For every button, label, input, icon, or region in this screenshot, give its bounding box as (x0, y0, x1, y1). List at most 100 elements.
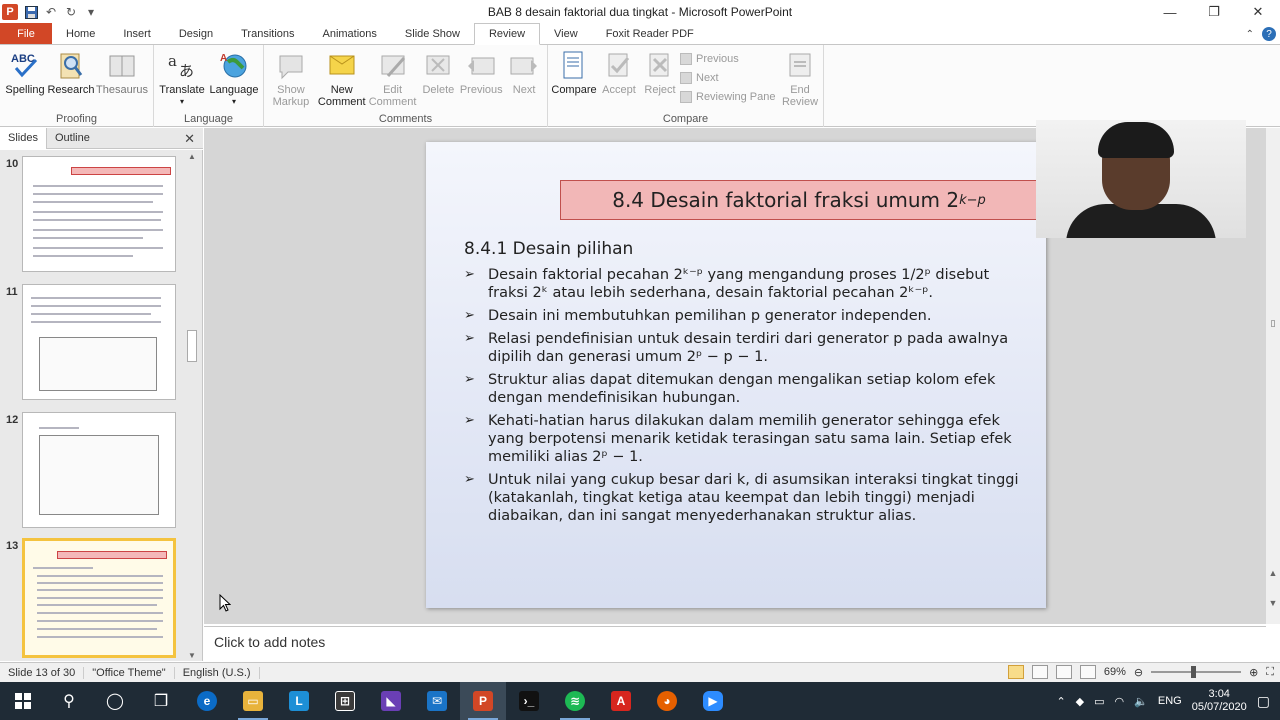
group-language: aあ Translate ▾ A Language ▾ Language (154, 45, 264, 127)
minimize-ribbon-icon[interactable]: ⌃ (1246, 29, 1254, 40)
slide-title[interactable]: 8.4 Desain faktorial fraksi umum 2 k−p (560, 180, 1038, 220)
compare-previous-button[interactable]: Previous (680, 51, 780, 67)
restore-button[interactable]: ❐ (1192, 0, 1236, 24)
tab-slide-show[interactable]: Slide Show (391, 23, 474, 44)
tab-foxit-reader-pdf[interactable]: Foxit Reader PDF (592, 23, 708, 44)
mouse-cursor-icon (219, 594, 231, 612)
cortana-icon[interactable]: ◯ (92, 682, 138, 720)
show-hidden-icons-icon[interactable]: ⌃ (1056, 695, 1065, 708)
network-icon[interactable]: ◠ (1115, 695, 1125, 708)
start-button[interactable] (0, 682, 46, 720)
l-app-icon[interactable]: L (276, 682, 322, 720)
reject-icon (644, 49, 676, 81)
redo-icon[interactable]: ↻ (64, 5, 78, 19)
acrobat-icon[interactable]: A (598, 682, 644, 720)
bullet-item: Untuk nilai yang cukup besar dari k, di … (464, 471, 1024, 525)
powerpoint-logo-icon[interactable]: P (2, 4, 18, 20)
slide-thumbnail-list: 10 11 12 13 (0, 150, 203, 661)
windows-logo-icon (15, 693, 31, 709)
next-slide-icon[interactable]: ▼ (1268, 598, 1278, 608)
thumbnail-preview-active (22, 538, 176, 658)
input-language[interactable]: ENG (1158, 695, 1182, 707)
translate-icon: aあ (166, 49, 198, 81)
notes-placeholder: Click to add notes (214, 634, 326, 650)
battery-icon[interactable]: ▭ (1094, 695, 1104, 708)
slide-subtitle[interactable]: 8.4.1 Desain pilihan (464, 239, 633, 259)
scroll-down-icon[interactable]: ▼ (186, 649, 198, 661)
tab-home[interactable]: Home (52, 23, 109, 44)
bullet-item: Kehati-hatian harus dilakukan dalam memi… (464, 412, 1024, 466)
visual-studio-icon[interactable]: ◣ (368, 682, 414, 720)
slide-counter: Slide 13 of 30 (0, 666, 85, 679)
group-compare: Compare Accept Reject Previous Next Revi… (548, 45, 824, 127)
task-view-icon[interactable]: ❒ (138, 682, 184, 720)
tab-animations[interactable]: Animations (309, 23, 391, 44)
edge-icon[interactable]: e (184, 682, 230, 720)
tab-slides[interactable]: Slides (0, 127, 47, 149)
store-icon[interactable]: ⊞ (322, 682, 368, 720)
normal-view-icon[interactable] (1007, 665, 1024, 679)
minimize-button[interactable]: — (1148, 0, 1192, 24)
current-slide[interactable]: 8.4 Desain faktorial fraksi umum 2 k−p 8.… (426, 142, 1046, 608)
volume-icon[interactable]: 🔈 (1134, 695, 1148, 708)
tab-review[interactable]: Review (473, 23, 541, 45)
accept-icon (603, 49, 635, 81)
svg-text:a: a (168, 52, 177, 70)
svg-text:あ: あ (179, 62, 194, 80)
customize-qat-icon[interactable]: ▾ (84, 5, 98, 19)
save-icon[interactable] (24, 5, 38, 19)
undo-icon[interactable]: ↶ (44, 5, 58, 19)
slide-bullet-list[interactable]: Desain faktorial pecahan 2ᵏ⁻ᵖ yang menga… (464, 266, 1024, 530)
fit-to-window-icon[interactable]: ⛶ (1266, 666, 1274, 679)
title-bar: P ↶ ↻ ▾ BAB 8 desain faktorial dua tingk… (0, 0, 1280, 24)
language-globe-icon: A (218, 49, 250, 81)
scrollbar-thumb[interactable] (187, 330, 197, 362)
zoom-level[interactable]: 69% (1104, 666, 1126, 678)
firefox-icon[interactable]: ◕ (644, 682, 690, 720)
compare-next-button[interactable]: Next (680, 70, 780, 86)
notes-pane[interactable]: Click to add notes (204, 626, 1266, 661)
dropbox-icon[interactable]: ◆ (1076, 695, 1084, 708)
thumbnail-preview (22, 156, 176, 272)
terminal-icon[interactable]: ›_ (506, 682, 552, 720)
clock[interactable]: 3:04 05/07/2020 (1192, 688, 1247, 714)
close-button[interactable]: ✕ (1236, 0, 1280, 24)
ribbon-tabs: File Home Insert Design Transitions Anim… (0, 23, 1280, 45)
zoom-in-icon[interactable]: ⊕ (1249, 666, 1258, 679)
show-markup-icon (275, 49, 307, 81)
scroll-up-icon[interactable]: ▲ (186, 150, 198, 162)
scroll-icon[interactable]: ▯ (1268, 318, 1278, 328)
mail-icon[interactable]: ✉ (414, 682, 460, 720)
search-icon[interactable]: ⚲ (46, 682, 92, 720)
status-bar: Slide 13 of 30 "Office Theme" English (U… (0, 662, 1280, 682)
powerpoint-taskbar-icon[interactable]: P (460, 682, 506, 720)
main-vertical-scrollbar[interactable]: ▯ ▲ ▼ (1266, 128, 1280, 624)
reading-view-icon[interactable] (1055, 665, 1072, 679)
spotify-icon[interactable]: ≋ (552, 682, 598, 720)
slides-pane-scrollbar[interactable]: ▲ ▼ (186, 150, 198, 661)
tab-file[interactable]: File (0, 23, 52, 44)
tab-outline[interactable]: Outline (47, 128, 98, 149)
tab-view[interactable]: View (540, 23, 592, 44)
tab-transitions[interactable]: Transitions (227, 23, 308, 44)
group-proofing: ABC Spelling Research Thesaurus Proofing (0, 45, 154, 127)
zoom-slider[interactable] (1151, 666, 1242, 678)
slide-sorter-view-icon[interactable] (1031, 665, 1048, 679)
zoom-app-icon[interactable]: ▶ (690, 682, 736, 720)
webcam-overlay (1036, 120, 1246, 238)
slide-show-view-icon[interactable] (1079, 665, 1096, 679)
tab-insert[interactable]: Insert (109, 23, 165, 44)
reviewing-pane-button[interactable]: Reviewing Pane (680, 89, 780, 105)
notifications-icon[interactable]: ▢ (1257, 693, 1270, 710)
translate-dropdown-icon: ▾ (179, 97, 184, 106)
help-icon[interactable]: ? (1262, 27, 1276, 41)
theme-name[interactable]: "Office Theme" (84, 666, 175, 679)
new-comment-icon (326, 49, 358, 81)
zoom-out-icon[interactable]: ⊖ (1134, 666, 1143, 679)
tab-design[interactable]: Design (165, 23, 227, 44)
delete-comment-icon (422, 49, 454, 81)
file-explorer-icon[interactable]: ▭ (230, 682, 276, 720)
close-pane-icon[interactable]: ✕ (184, 131, 195, 147)
spellcheck-language[interactable]: English (U.S.) (175, 666, 260, 679)
previous-slide-icon[interactable]: ▲ (1268, 568, 1278, 578)
